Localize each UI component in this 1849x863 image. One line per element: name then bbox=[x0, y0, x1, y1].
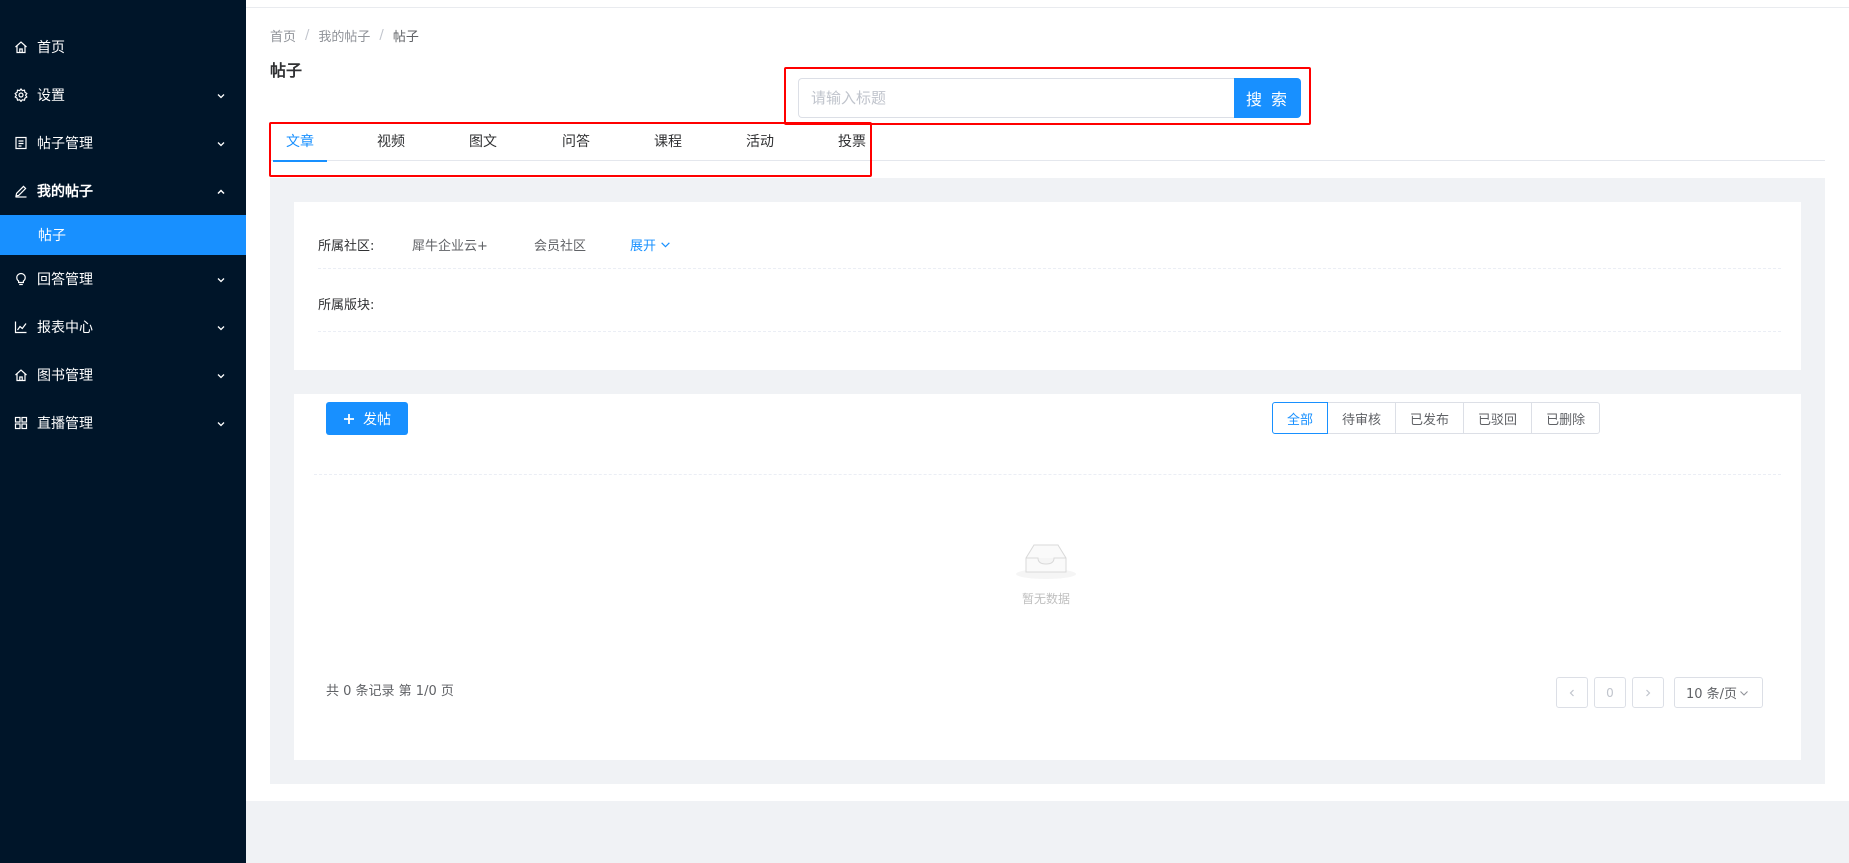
chevron-down-icon bbox=[661, 242, 670, 248]
chevron-down-icon bbox=[216, 137, 226, 147]
breadcrumb-current: 帖子 bbox=[392, 30, 419, 45]
sidebar: 首页 设置 帖子管理 我的帖子 帖子 回答管理 报表中心 图书管理 直播管理 bbox=[0, 0, 246, 863]
gear-icon bbox=[14, 88, 28, 102]
status-all[interactable]: 全部 bbox=[1272, 402, 1329, 434]
chevron-down-icon bbox=[216, 89, 226, 99]
expand-button[interactable]: 展开 bbox=[630, 235, 671, 254]
breadcrumb-separator: / bbox=[379, 28, 384, 43]
community-option-member[interactable]: 会员社区 bbox=[534, 235, 586, 254]
document-icon bbox=[14, 136, 28, 150]
chevron-left-icon bbox=[1569, 689, 1574, 696]
tab-qa[interactable]: 问答 bbox=[562, 131, 590, 161]
status-filter-group: 全部 待审核 已发布 已驳回 已删除 bbox=[1272, 402, 1601, 434]
chevron-down-icon bbox=[216, 417, 226, 427]
page-size-select[interactable]: 10 条/页 bbox=[1674, 677, 1763, 708]
sidebar-subitem-label: 帖子 bbox=[38, 228, 66, 244]
new-post-button[interactable]: 发帖 bbox=[326, 402, 408, 435]
next-page-button[interactable] bbox=[1632, 677, 1664, 708]
edit-icon bbox=[14, 184, 28, 198]
section-filter-label: 所属版块: bbox=[318, 298, 375, 313]
sidebar-item-book-management[interactable]: 图书管理 bbox=[0, 351, 246, 399]
sidebar-item-label: 回答管理 bbox=[37, 272, 93, 288]
sidebar-item-label: 报表中心 bbox=[37, 320, 93, 336]
status-deleted[interactable]: 已删除 bbox=[1531, 402, 1601, 434]
chevron-down-icon bbox=[216, 273, 226, 283]
search-button[interactable]: 搜 索 bbox=[1234, 78, 1301, 118]
status-published[interactable]: 已发布 bbox=[1395, 402, 1465, 434]
breadcrumb-home[interactable]: 首页 bbox=[270, 26, 296, 45]
breadcrumb: 首页 / 我的帖子 / 帖子 bbox=[270, 26, 419, 45]
tab-activity[interactable]: 活动 bbox=[746, 131, 774, 161]
community-filter-label: 所属社区: bbox=[318, 239, 375, 254]
post-list-card: 发帖 全部 待审核 已发布 已驳回 已删除 暂无数据 共 0 条记录 第 1/0… bbox=[294, 394, 1801, 760]
search-highlight-box: 搜 索 bbox=[784, 67, 1311, 125]
search-input[interactable] bbox=[798, 78, 1235, 118]
sidebar-item-my-posts[interactable]: 我的帖子 bbox=[0, 167, 246, 215]
tab-video[interactable]: 视频 bbox=[377, 131, 405, 161]
prev-page-button[interactable] bbox=[1556, 677, 1588, 708]
filter-row-community: 所属社区: 犀牛企业云+ 会员社区 展开 bbox=[318, 202, 1781, 269]
pagination-info: 共 0 条记录 第 1/0 页 bbox=[326, 684, 454, 699]
home-icon bbox=[14, 40, 28, 54]
sidebar-item-label: 设置 bbox=[37, 88, 65, 104]
home-icon bbox=[14, 368, 28, 382]
chevron-down-icon bbox=[1740, 690, 1748, 696]
filter-card: 所属社区: 犀牛企业云+ 会员社区 展开 所属版块: bbox=[294, 202, 1801, 370]
sidebar-item-label: 我的帖子 bbox=[37, 184, 93, 200]
tab-article[interactable]: 文章 bbox=[273, 131, 327, 162]
sidebar-item-label: 图书管理 bbox=[37, 368, 93, 384]
new-post-label: 发帖 bbox=[363, 411, 391, 428]
tab-course[interactable]: 课程 bbox=[654, 131, 682, 161]
sidebar-item-label: 直播管理 bbox=[37, 416, 93, 432]
list-divider bbox=[314, 474, 1781, 475]
breadcrumb-my-posts[interactable]: 我的帖子 bbox=[318, 26, 370, 45]
status-pending[interactable]: 待审核 bbox=[1327, 402, 1397, 434]
plus-icon bbox=[344, 413, 354, 424]
page-number[interactable]: 0 bbox=[1594, 677, 1626, 708]
chevron-down-icon bbox=[216, 321, 226, 331]
sidebar-menu: 首页 设置 帖子管理 我的帖子 帖子 回答管理 报表中心 图书管理 直播管理 bbox=[0, 0, 246, 447]
page-size-value: 10 条/页 bbox=[1686, 687, 1738, 702]
page-title: 帖子 bbox=[270, 61, 303, 80]
sidebar-item-answer-management[interactable]: 回答管理 bbox=[0, 255, 246, 303]
app-root: 首页 设置 帖子管理 我的帖子 帖子 回答管理 报表中心 图书管理 直播管理 首… bbox=[0, 0, 1849, 863]
grid-icon bbox=[14, 416, 28, 430]
sidebar-item-live-management[interactable]: 直播管理 bbox=[0, 399, 246, 447]
tab-vote[interactable]: 投票 bbox=[838, 131, 866, 161]
filter-row-section: 所属版块: bbox=[318, 269, 1781, 332]
community-option-rhino[interactable]: 犀牛企业云+ bbox=[412, 235, 488, 254]
chevron-down-icon bbox=[216, 369, 226, 379]
sidebar-item-post-management[interactable]: 帖子管理 bbox=[0, 119, 246, 167]
sidebar-item-home[interactable]: 首页 bbox=[0, 23, 246, 71]
sidebar-item-report-center[interactable]: 报表中心 bbox=[0, 303, 246, 351]
chevron-right-icon bbox=[1646, 689, 1651, 696]
lightbulb-icon bbox=[14, 272, 28, 286]
line-chart-icon bbox=[14, 320, 28, 334]
breadcrumb-separator: / bbox=[305, 28, 310, 43]
chevron-up-icon bbox=[216, 185, 226, 195]
expand-label: 展开 bbox=[630, 239, 657, 254]
empty-inbox-icon bbox=[1016, 544, 1076, 579]
tab-image-text[interactable]: 图文 bbox=[469, 131, 497, 161]
sidebar-item-settings[interactable]: 设置 bbox=[0, 71, 246, 119]
main-content: 首页 / 我的帖子 / 帖子 帖子 搜 索 文章 视频 图文 问答 课程 活动 … bbox=[246, 0, 1849, 801]
status-rejected[interactable]: 已驳回 bbox=[1463, 402, 1533, 434]
sidebar-item-label: 首页 bbox=[37, 40, 65, 56]
sidebar-item-label: 帖子管理 bbox=[37, 136, 93, 152]
empty-text: 暂无数据 bbox=[1021, 592, 1070, 606]
sidebar-subitem-posts[interactable]: 帖子 bbox=[0, 215, 246, 255]
header-divider bbox=[246, 7, 1849, 8]
